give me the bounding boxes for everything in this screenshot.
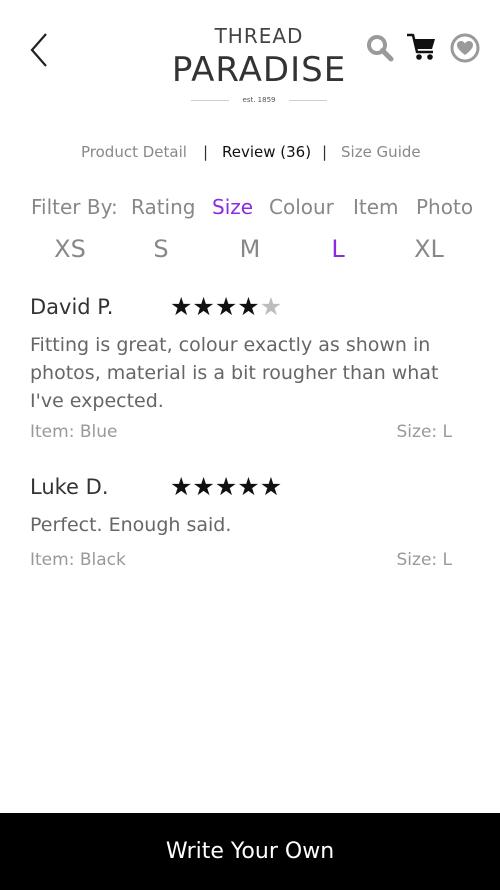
tab-separator: | <box>322 143 328 161</box>
search-icon <box>367 35 394 62</box>
size-option-xs[interactable]: XS <box>40 235 100 263</box>
review-item: Item: Blue <box>30 422 118 442</box>
tab-product-detail[interactable]: Product Detail <box>81 143 187 161</box>
heart-icon <box>450 33 480 63</box>
filter-photo[interactable]: Photo <box>416 195 473 219</box>
star-filled-icon: ★ <box>259 472 283 501</box>
reviewer-name: Luke D. <box>30 475 109 499</box>
size-filter: XS S M L XL <box>0 235 500 265</box>
star-filled-icon: ★ <box>237 292 260 321</box>
tab-separator: | <box>203 143 209 161</box>
review-item: Item: Black <box>30 550 126 570</box>
cart-icon <box>407 33 435 60</box>
write-review-label: Write Your Own <box>165 839 335 864</box>
star-filled-icon: ★ <box>214 472 238 501</box>
back-icon <box>30 33 47 67</box>
star-filled-icon: ★ <box>237 472 260 501</box>
filter-label: Filter By: <box>31 195 118 219</box>
divider <box>289 99 328 101</box>
star-empty-icon: ★ <box>259 292 283 321</box>
brand-name: PARADISE <box>171 50 347 90</box>
favorite-button[interactable] <box>450 33 480 63</box>
back-button[interactable] <box>24 30 56 70</box>
star-rating: ★★★★★ <box>170 472 282 501</box>
brand-top-text: THREAD <box>214 24 304 48</box>
review-text: Fitting is great, colour exactly as show… <box>30 334 439 412</box>
tab-review[interactable]: Review (36) <box>222 143 311 161</box>
write-review-button[interactable]: Write Your Own <box>0 813 500 890</box>
cart-button[interactable] <box>406 32 438 62</box>
star-filled-icon: ★ <box>192 292 215 321</box>
size-option-xl[interactable]: XL <box>399 235 459 263</box>
divider <box>190 99 229 101</box>
filter-bar: Filter By: Rating Size Colour Item Photo <box>0 195 500 223</box>
filter-size[interactable]: Size <box>212 195 253 219</box>
star-filled-icon: ★ <box>170 292 193 321</box>
product-tabs: Product Detail | Review (36) | Size Guid… <box>0 143 500 165</box>
brand-est: est. 1859 <box>242 96 276 104</box>
star-rating: ★★★★★ <box>170 292 282 321</box>
review-card: David P. ★★★★★ Fitting is great, colour … <box>30 292 470 455</box>
review-text: Perfect. Enough said. <box>30 514 232 536</box>
size-option-s[interactable]: S <box>131 235 191 263</box>
brand-est-row: est. 1859 <box>150 96 368 104</box>
filter-item[interactable]: Item <box>353 195 399 219</box>
review-size: Size: L <box>396 422 453 442</box>
reviewer-name: David P. <box>30 295 114 319</box>
star-filled-icon: ★ <box>170 472 193 501</box>
star-filled-icon: ★ <box>192 472 215 501</box>
filter-rating[interactable]: Rating <box>131 195 195 219</box>
review-size: Size: L <box>396 550 453 570</box>
filter-colour[interactable]: Colour <box>269 195 334 219</box>
tab-size-guide[interactable]: Size Guide <box>341 143 421 161</box>
size-option-l[interactable]: L <box>308 235 368 263</box>
search-button[interactable] <box>366 34 394 62</box>
brand-logo: THREAD PARADISE est. 1859 <box>150 24 368 104</box>
star-filled-icon: ★ <box>214 292 238 321</box>
size-option-m[interactable]: M <box>220 235 280 263</box>
review-card: Luke D. ★★★★★ Perfect. Enough said. Item… <box>30 472 470 585</box>
